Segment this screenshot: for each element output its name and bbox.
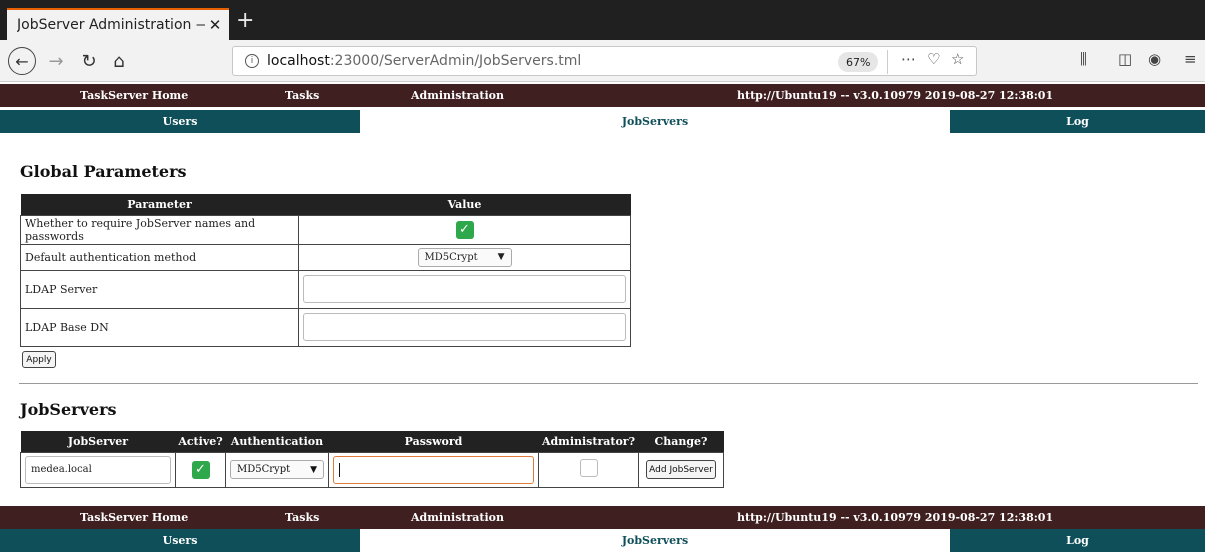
tab-log-bottom[interactable]: Log [950, 529, 1205, 552]
text-cursor [339, 462, 340, 477]
tab-title: JobServer Administration — [17, 17, 205, 33]
menu-icon[interactable]: ≡ [1184, 50, 1197, 68]
auth-column-header: Authentication [225, 431, 329, 452]
new-tab-icon[interactable]: + [236, 6, 254, 36]
auth-method-select[interactable]: MD5Crypt ▼ [417, 247, 512, 267]
value-column-header: Value [298, 194, 631, 215]
apply-button[interactable]: Apply [22, 351, 56, 368]
info-icon[interactable]: i [245, 54, 259, 68]
account-icon[interactable]: ◉ [1148, 50, 1161, 68]
require-names-checkbox[interactable]: ✓ [455, 220, 474, 239]
home-icon[interactable]: ⌂ [106, 47, 132, 75]
url-text[interactable]: localhost:23000/ServerAdmin/JobServers.t… [267, 53, 581, 69]
chevron-down-icon: ▼ [497, 252, 505, 262]
server-info-bottom: http://Ubuntu19 -- v3.0.10979 2019-08-27… [737, 511, 1054, 524]
sub-menu-bottom: Users JobServers Log [0, 529, 1205, 552]
table-row: Whether to require JobServer names and p… [20, 214, 631, 245]
jobserver-auth-select[interactable]: MD5Crypt ▼ [230, 460, 324, 479]
pocket-icon[interactable]: ♡ [927, 50, 940, 68]
active-checkbox[interactable]: ✓ [191, 460, 210, 479]
tab-jobservers[interactable]: JobServers [360, 110, 950, 133]
param-label: LDAP Server [20, 269, 299, 309]
server-info: http://Ubuntu19 -- v3.0.10979 2019-08-27… [737, 89, 1054, 102]
back-arrow-icon[interactable]: ← [8, 47, 36, 75]
global-parameters-table: Parameter Value Whether to require JobSe… [20, 194, 631, 347]
library-icon[interactable]: ⫼ [1080, 50, 1087, 68]
url-separator [887, 50, 888, 74]
close-tab-icon[interactable]: ✕ [205, 16, 225, 34]
administrator-checkbox[interactable] [579, 459, 598, 477]
active-column-header: Active? [175, 431, 226, 452]
url-bar[interactable]: i localhost:23000/ServerAdmin/JobServers… [232, 46, 977, 76]
forward-arrow-icon[interactable]: → [44, 47, 68, 75]
bookmark-star-icon[interactable]: ☆ [951, 50, 964, 68]
param-label: LDAP Base DN [20, 307, 299, 347]
param-column-header: Parameter [20, 194, 299, 215]
tab-jobservers-bottom[interactable]: JobServers [360, 529, 950, 552]
more-icon[interactable]: ⋯ [901, 50, 916, 68]
menu-administration[interactable]: Administration [411, 84, 504, 107]
zoom-badge[interactable]: 67% [838, 52, 879, 72]
reload-icon[interactable]: ↻ [76, 47, 102, 75]
browser-titlebar: JobServer Administration — ✕ + [0, 0, 1205, 40]
change-column-header: Change? [638, 431, 724, 452]
main-menu-bottom: TaskServer Home Tasks Administration htt… [0, 506, 1205, 529]
menu-taskserver-home[interactable]: TaskServer Home [80, 84, 188, 107]
menu-tasks-bottom[interactable]: Tasks [285, 506, 319, 529]
browser-tab[interactable]: JobServer Administration — ✕ [7, 8, 229, 40]
menu-taskserver-home-bottom[interactable]: TaskServer Home [80, 506, 188, 529]
browser-navbar: ← → ↻ ⌂ i localhost:23000/ServerAdmin/Jo… [0, 40, 1205, 82]
password-column-header: Password [328, 431, 539, 452]
jobservers-table: JobServer Active? Authentication Passwor… [20, 431, 724, 488]
tab-users-bottom[interactable]: Users [0, 529, 360, 552]
url-host: localhost [267, 53, 330, 69]
menu-administration-bottom[interactable]: Administration [411, 506, 504, 529]
jobservers-heading: JobServers [20, 400, 117, 419]
password-input[interactable] [333, 455, 534, 484]
admin-column-header: Administrator? [538, 431, 639, 452]
table-row: LDAP Base DN [20, 307, 631, 347]
jobserver-column-header: JobServer [20, 431, 176, 452]
param-label: Whether to require JobServer names and p… [20, 214, 299, 245]
tab-log[interactable]: Log [950, 110, 1205, 133]
add-jobserver-button[interactable]: Add JobServer [646, 460, 716, 479]
global-parameters-heading: Global Parameters [20, 162, 187, 181]
tab-users[interactable]: Users [0, 110, 360, 133]
table-row: Default authentication method MD5Crypt ▼ [20, 243, 631, 271]
ldap-base-dn-input[interactable] [303, 313, 626, 341]
sub-menu-top: Users JobServers Log [0, 110, 1205, 133]
jobserver-name-input[interactable]: medea.local [25, 455, 171, 484]
sidebar-icon[interactable]: ◫ [1118, 50, 1132, 68]
section-divider [19, 383, 1198, 384]
ldap-server-input[interactable] [303, 275, 626, 303]
jobserver-auth-value: MD5Crypt [237, 464, 291, 475]
param-label: Default authentication method [20, 243, 299, 271]
menu-tasks[interactable]: Tasks [285, 84, 319, 107]
chevron-down-icon: ▼ [310, 464, 317, 475]
table-row: LDAP Server [20, 269, 631, 309]
url-path: :23000/ServerAdmin/JobServers.tml [329, 53, 582, 69]
table-row: medea.local ✓ MD5Crypt ▼ Add JobServer [20, 451, 724, 488]
auth-method-value: MD5Crypt [424, 251, 478, 263]
main-menu-top: TaskServer Home Tasks Administration htt… [0, 84, 1205, 107]
